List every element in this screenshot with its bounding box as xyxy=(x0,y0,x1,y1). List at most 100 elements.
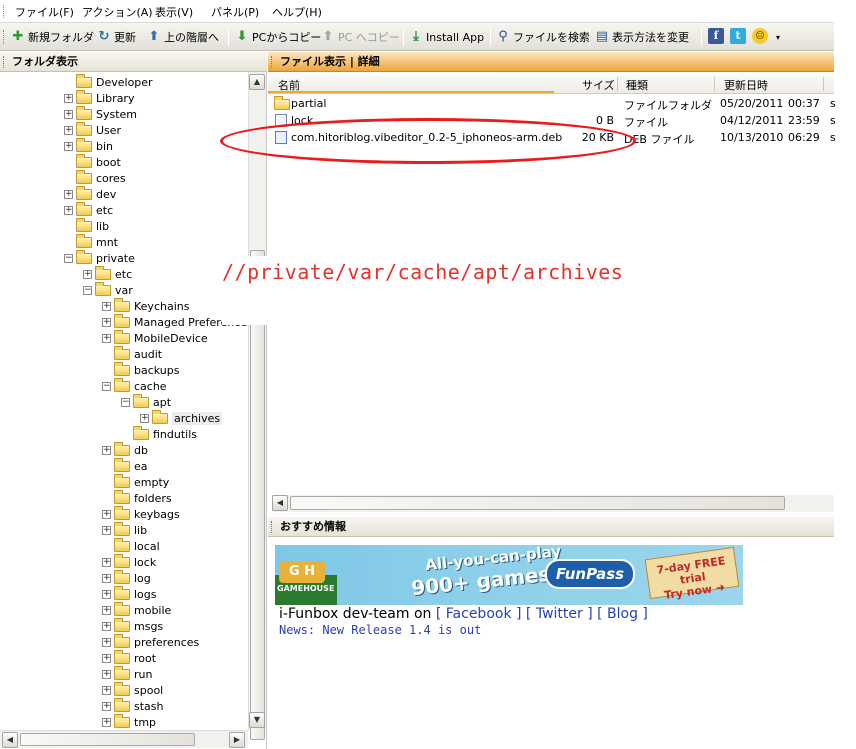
hscroll-thumb[interactable] xyxy=(290,496,785,510)
tree-item[interactable]: + Keychains xyxy=(102,297,189,314)
new-folder-button[interactable]: ✚ 新規フォルダ xyxy=(10,28,94,46)
tree-item[interactable]: + MobileDevice xyxy=(102,329,208,346)
expand-icon[interactable]: + xyxy=(83,269,92,279)
expand-icon[interactable]: + xyxy=(102,621,111,631)
expand-icon[interactable]: + xyxy=(64,189,73,199)
expand-icon[interactable]: + xyxy=(102,317,111,327)
tree-item[interactable]: + mobile xyxy=(102,601,171,618)
tree-item[interactable]: + msgs xyxy=(102,617,163,634)
expand-icon[interactable]: + xyxy=(64,141,73,151)
expand-icon[interactable]: + xyxy=(102,685,111,695)
expand-icon[interactable]: + xyxy=(102,557,111,567)
expand-icon[interactable]: + xyxy=(102,445,111,455)
file-row[interactable]: partial ファイルフォルダ 05/20/2011 00:37 s xyxy=(274,96,836,112)
scroll-up-icon[interactable]: ▲ xyxy=(249,74,265,90)
tree-item[interactable]: lib xyxy=(64,217,109,234)
install-app-button[interactable]: ⤓ Install App xyxy=(408,28,484,46)
tree-item[interactable]: − private xyxy=(64,249,135,266)
tree-item[interactable]: + bin xyxy=(64,137,113,154)
expand-icon[interactable]: + xyxy=(140,413,149,423)
view-mode-button[interactable]: ▤ 表示方法を変更 xyxy=(594,28,689,46)
tree-item[interactable]: − var xyxy=(83,281,133,298)
file-list-hscroll[interactable]: ◀ xyxy=(272,495,834,512)
column-size[interactable]: サイズ xyxy=(582,77,615,93)
tree-item[interactable]: folders xyxy=(102,489,172,506)
tree-item[interactable]: findutils xyxy=(121,425,197,442)
scroll-left-icon[interactable]: ◀ xyxy=(272,495,288,511)
expand-icon[interactable]: + xyxy=(102,509,111,519)
tree-item[interactable]: + run xyxy=(102,665,152,682)
expand-icon[interactable]: + xyxy=(102,605,111,615)
tree-item[interactable]: − cache xyxy=(102,377,167,394)
twitter-icon[interactable]: t xyxy=(730,28,746,44)
expand-icon[interactable]: + xyxy=(64,109,73,119)
column-type[interactable]: 種類 xyxy=(626,77,648,93)
scroll-down-icon[interactable]: ▼ xyxy=(249,712,265,728)
tree-item[interactable]: Developer xyxy=(64,73,153,90)
facebook-link[interactable]: [ Facebook ] xyxy=(436,606,522,622)
tree-item[interactable]: audit xyxy=(102,345,162,362)
expand-icon[interactable]: + xyxy=(102,653,111,663)
tree-item[interactable]: ea xyxy=(102,457,148,474)
expand-icon[interactable]: + xyxy=(102,573,111,583)
expand-icon[interactable]: + xyxy=(102,333,111,343)
collapse-icon[interactable]: − xyxy=(121,397,130,407)
scroll-right-icon[interactable]: ▶ xyxy=(229,732,245,748)
tree-item[interactable]: boot xyxy=(64,153,121,170)
tree-item[interactable]: + System xyxy=(64,105,137,122)
folder-tree-vscroll[interactable]: ▲ ▼ xyxy=(248,72,266,740)
tree-item[interactable]: + preferences xyxy=(102,633,199,650)
refresh-button[interactable]: ↻ 更新 xyxy=(96,28,136,46)
expand-icon[interactable]: + xyxy=(64,205,73,215)
tree-item[interactable]: + User xyxy=(64,121,121,138)
tree-item[interactable]: + db xyxy=(102,441,148,458)
copy-from-pc-button[interactable]: ⬇ PCからコピー xyxy=(234,28,322,46)
tree-item[interactable]: backups xyxy=(102,361,180,378)
menu-help[interactable]: ヘルプ(H) xyxy=(272,4,322,20)
tree-item[interactable]: + lock xyxy=(102,553,156,570)
tree-item[interactable]: + spool xyxy=(102,681,163,698)
folder-tree-hscroll[interactable]: ◀ ▶ xyxy=(0,730,248,748)
blog-link[interactable]: [ Blog ] xyxy=(597,606,648,622)
tree-item[interactable]: + tmp xyxy=(102,713,156,730)
tree-item[interactable]: + root xyxy=(102,649,156,666)
tree-item[interactable]: − apt xyxy=(121,393,171,410)
column-modified[interactable]: 更新日時 xyxy=(724,77,768,93)
toolbar-overflow-icon[interactable]: ▾ xyxy=(776,28,780,46)
expand-icon[interactable]: + xyxy=(102,669,111,679)
menu-panel[interactable]: パネル(P) xyxy=(211,4,259,20)
twitter-link[interactable]: [ Twitter ] xyxy=(526,606,593,622)
menu-view[interactable]: 表示(V) xyxy=(155,4,193,20)
tree-item[interactable]: empty xyxy=(102,473,169,490)
column-separator[interactable] xyxy=(617,77,618,91)
menu-file[interactable]: ファイル(F) xyxy=(15,4,74,20)
facebook-icon[interactable]: f xyxy=(708,28,724,44)
gamehouse-banner[interactable]: G H GAMEHOUSE All-you-can-play 900+ game… xyxy=(275,545,743,605)
tree-item[interactable]: + logs xyxy=(102,585,157,602)
expand-icon[interactable]: + xyxy=(64,93,73,103)
tree-item[interactable]: + dev xyxy=(64,185,116,202)
tree-item[interactable]: + log xyxy=(102,569,151,586)
tree-item[interactable]: + keybags xyxy=(102,505,180,522)
expand-icon[interactable]: + xyxy=(102,589,111,599)
scroll-left-icon[interactable]: ◀ xyxy=(2,732,18,748)
collapse-icon[interactable]: − xyxy=(102,381,111,391)
tree-item[interactable]: + archives xyxy=(140,409,223,426)
collapse-icon[interactable]: − xyxy=(64,253,73,263)
tree-item[interactable]: + Library xyxy=(64,89,134,106)
collapse-icon[interactable]: − xyxy=(83,285,92,295)
tree-item[interactable]: + lib xyxy=(102,521,147,538)
tree-item[interactable]: + etc xyxy=(83,265,132,282)
search-button[interactable]: ⚲ ファイルを検索 xyxy=(495,28,590,46)
tree-item[interactable]: + stash xyxy=(102,697,164,714)
menu-action[interactable]: アクション(A) xyxy=(82,4,153,20)
expand-icon[interactable]: + xyxy=(102,717,111,727)
column-separator[interactable] xyxy=(823,77,824,91)
expand-icon[interactable]: + xyxy=(64,125,73,135)
smiley-icon[interactable]: ☺ xyxy=(752,28,768,44)
tree-item[interactable]: local xyxy=(102,537,160,554)
tree-item[interactable]: + etc xyxy=(64,201,113,218)
tree-item[interactable]: mnt xyxy=(64,233,118,250)
up-button[interactable]: ⬆ 上の階層へ xyxy=(146,28,219,46)
column-separator[interactable] xyxy=(714,77,715,91)
